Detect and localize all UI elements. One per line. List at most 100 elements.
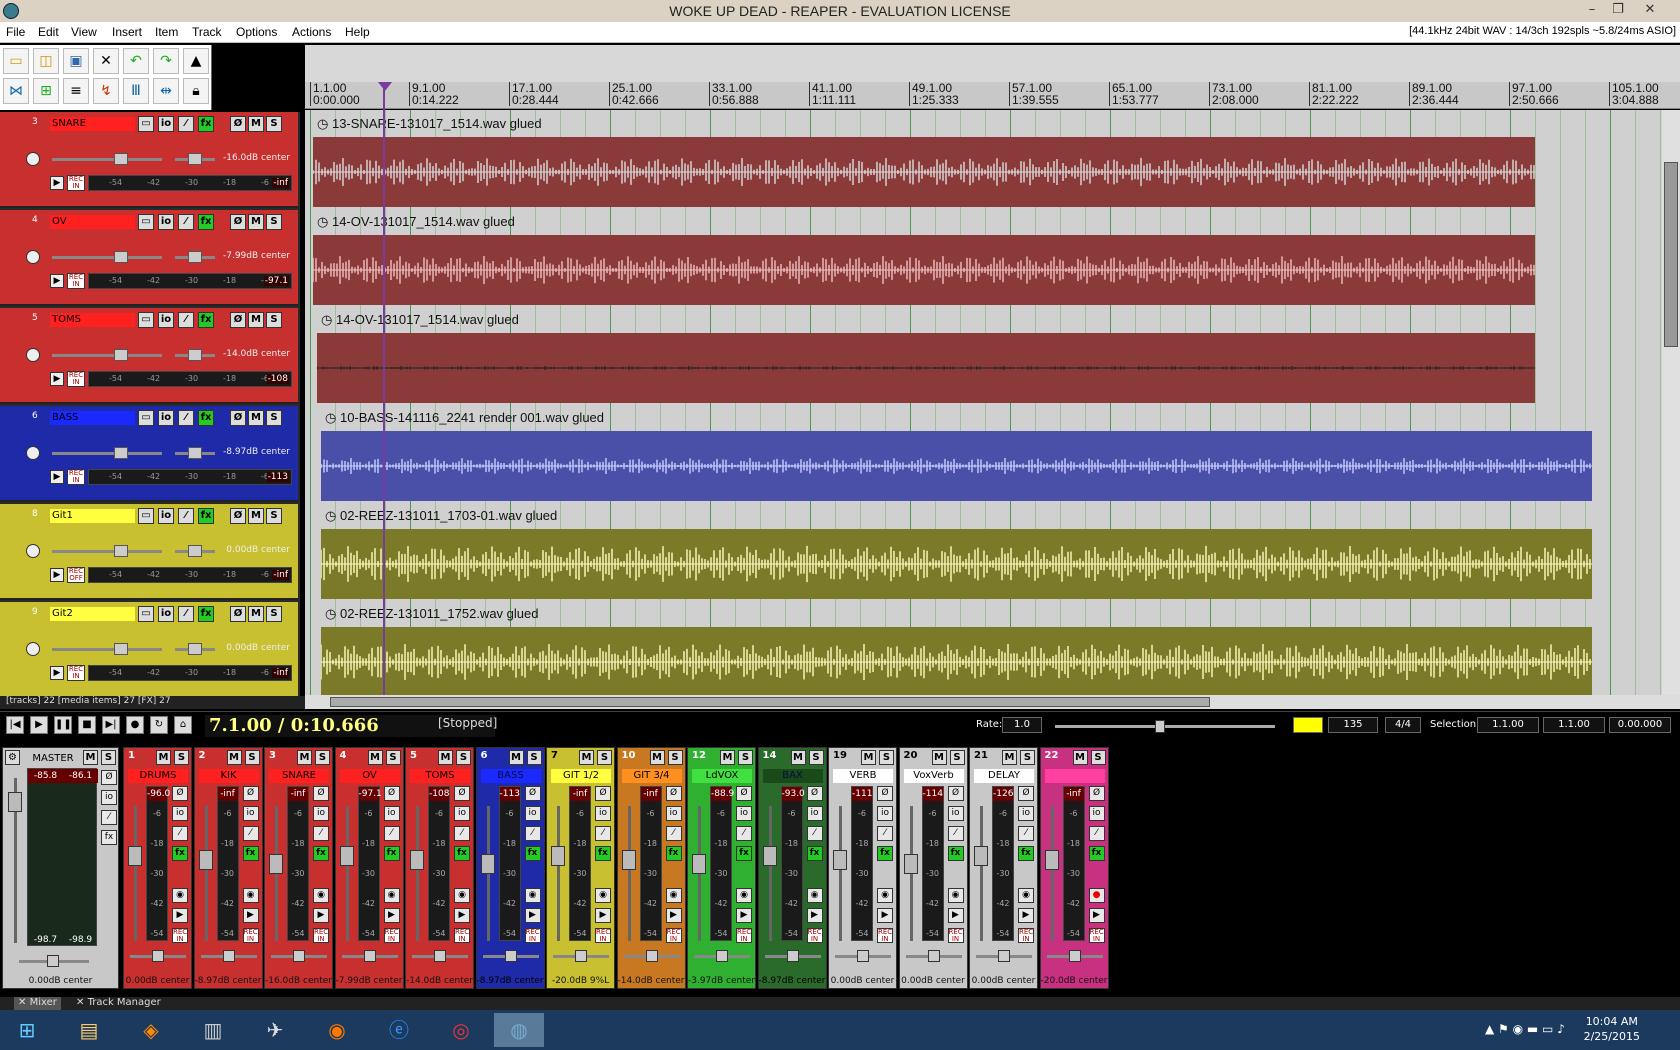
phase-icon[interactable]: Ø: [736, 786, 752, 801]
master-phase-icon[interactable]: Ø: [101, 770, 117, 785]
envelope-icon[interactable]: ⁄: [524, 826, 541, 841]
channel-name[interactable]: GIT 3/4: [621, 769, 682, 783]
channel-pan-slider[interactable]: [835, 950, 891, 962]
fx-button[interactable]: fx: [1018, 846, 1034, 861]
master-fader-knob[interactable]: [8, 792, 22, 812]
selection-end-field[interactable]: 1.1.00: [1543, 717, 1605, 733]
channel-volume-fader[interactable]: [410, 806, 424, 941]
pan-slider[interactable]: [175, 153, 215, 165]
track-panel[interactable]: 6 BASS ▭ io ⁄ fx Ø M S -8.97dB center ▶ REC IN …: [0, 406, 298, 502]
monitor-icon[interactable]: ▶: [877, 908, 893, 923]
channel-volume-fader[interactable]: [762, 806, 777, 941]
channel-mute-button[interactable]: M: [931, 750, 947, 765]
phase-icon[interactable]: Ø: [454, 786, 470, 801]
new-project-icon[interactable]: ▭: [3, 48, 29, 74]
volume-slider[interactable]: [52, 545, 162, 557]
tab-mixer[interactable]: ✕ Mixer: [14, 997, 61, 1010]
pan-slider[interactable]: [175, 447, 215, 459]
channel-mute-button[interactable]: M: [438, 750, 453, 765]
channel-name[interactable]: BASS: [480, 769, 541, 783]
fx-button[interactable]: fx: [172, 846, 188, 861]
envelope-icon[interactable]: ⁄: [1018, 826, 1034, 841]
bpm-label[interactable]: BPM: [1293, 717, 1323, 733]
phase-icon[interactable]: Ø: [230, 116, 246, 132]
record-arm-icon[interactable]: ◉: [947, 888, 964, 903]
phase-icon[interactable]: Ø: [230, 606, 246, 622]
fx-button[interactable]: fx: [198, 116, 214, 132]
channel-mute-button[interactable]: M: [649, 750, 665, 765]
io-button[interactable]: io: [158, 116, 174, 132]
channel-volume-fader[interactable]: [621, 806, 636, 941]
channel-volume-fader[interactable]: [480, 806, 495, 941]
channel-pan-knob[interactable]: [927, 950, 940, 962]
internet-explorer-icon[interactable]: ⓔ: [374, 1013, 424, 1047]
channel-mute-button[interactable]: M: [508, 750, 524, 765]
fx-button[interactable]: fx: [198, 214, 214, 230]
channel-solo-button[interactable]: S: [1090, 750, 1106, 765]
record-input-button[interactable]: REC IN: [947, 928, 964, 943]
channel-volume-fader[interactable]: [551, 806, 565, 941]
phase-icon[interactable]: Ø: [524, 786, 541, 801]
mute-button[interactable]: M: [248, 606, 264, 622]
menu-edit[interactable]: Edit: [38, 25, 59, 39]
channel-pan-knob[interactable]: [645, 950, 658, 962]
channel-pan-knob[interactable]: [1068, 950, 1081, 962]
project-settings-icon[interactable]: ✕: [93, 48, 119, 74]
ruler-mark[interactable]: 49.1.00 1:25.333: [909, 82, 959, 106]
mixer-channel-strip[interactable]: 21 M S DELAY -126 -6 -18 -30 -42 -54 Ø io ⁄ f…: [969, 747, 1038, 989]
firefox-icon[interactable]: ◉: [312, 1013, 362, 1047]
record-arm-icon[interactable]: ◉: [454, 888, 470, 903]
ruler-mark[interactable]: 9.1.00 0:14.222: [409, 82, 459, 106]
channel-solo-button[interactable]: S: [315, 750, 330, 765]
repeat-icon[interactable]: ↻: [150, 716, 168, 734]
ruler-region-lane[interactable]: [305, 45, 1680, 82]
media-item[interactable]: [320, 529, 1592, 599]
channel-name[interactable]: SNARE: [269, 769, 329, 783]
envelope-icon[interactable]: ⁄: [736, 826, 752, 841]
channel-fader-knob[interactable]: [269, 854, 283, 874]
menu-item[interactable]: Item: [155, 25, 178, 39]
mixer-channel-strip[interactable]: 4 M S OV -97.1 -6 -18 -30 -42 -54 Ø io ⁄ fx ◉…: [334, 747, 404, 989]
channel-volume-fader[interactable]: [903, 806, 918, 941]
split-icon[interactable]: ⇹: [153, 78, 179, 104]
channel-pan-slider[interactable]: [341, 950, 398, 962]
channel-solo-button[interactable]: S: [667, 750, 683, 765]
channel-mute-button[interactable]: M: [367, 750, 383, 765]
io-button[interactable]: io: [806, 806, 823, 821]
channel-pan-slider[interactable]: [553, 950, 609, 962]
vertical-scrollbar[interactable]: [1662, 110, 1680, 695]
record-arm-icon[interactable]: ◉: [595, 888, 611, 903]
ruler-mark[interactable]: 25.1.00 0:42.666: [609, 82, 659, 106]
monitor-icon[interactable]: ▶: [242, 908, 259, 923]
channel-fader-knob[interactable]: [410, 850, 424, 870]
folder-icon[interactable]: ▭: [138, 606, 154, 622]
bpm-field[interactable]: 135: [1328, 717, 1378, 733]
io-button[interactable]: io: [947, 806, 964, 821]
channel-mute-button[interactable]: M: [579, 750, 594, 765]
record-monitor-icon[interactable]: ▶: [50, 666, 64, 680]
phase-icon[interactable]: Ø: [230, 214, 246, 230]
close-button[interactable]: ✕: [1640, 2, 1660, 17]
monitor-icon[interactable]: ▶: [665, 908, 682, 923]
channel-solo-button[interactable]: S: [1020, 750, 1035, 765]
channel-solo-button[interactable]: S: [526, 750, 542, 765]
solo-button[interactable]: S: [266, 508, 282, 524]
channel-solo-button[interactable]: S: [456, 750, 471, 765]
pan-slider[interactable]: [175, 545, 215, 557]
save-project-icon[interactable]: ▣: [63, 48, 89, 74]
io-button[interactable]: io: [595, 806, 611, 821]
ruler-mark[interactable]: 105.1.00 3:04.888: [1609, 82, 1659, 106]
channel-solo-button[interactable]: S: [385, 750, 401, 765]
channel-fader-knob[interactable]: [692, 854, 706, 874]
record-arm-icon[interactable]: [26, 544, 40, 558]
channel-mute-button[interactable]: M: [790, 750, 806, 765]
io-button[interactable]: io: [454, 806, 470, 821]
record-monitor-icon[interactable]: ▶: [50, 372, 64, 386]
volume-knob[interactable]: [114, 153, 128, 165]
track-name-field[interactable]: TOMS: [50, 313, 135, 327]
channel-mute-button[interactable]: M: [156, 750, 171, 765]
envelope-icon[interactable]: ⁄: [313, 826, 329, 841]
envelope-icon[interactable]: ⁄: [947, 826, 964, 841]
channel-mute-button[interactable]: M: [1002, 750, 1017, 765]
channel-solo-button[interactable]: S: [949, 750, 965, 765]
